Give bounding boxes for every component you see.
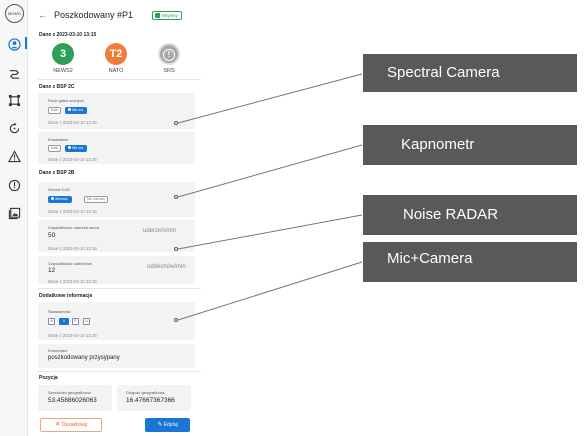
callout-spectral-camera: Spectral Camera xyxy=(363,54,577,92)
connector-line-radar xyxy=(177,214,363,250)
connector-line-kapnometr xyxy=(177,144,363,198)
connector-line-mic xyxy=(177,261,363,321)
connector-line-spectral xyxy=(177,73,363,124)
page: MOMO ← Poszkodowany #P1 Aktywny Dane z 2… xyxy=(0,0,584,436)
callout-noise-radar: Noise RADAR xyxy=(363,195,577,235)
callout-mic-camera: Mic+Camera xyxy=(363,242,577,282)
callout-kapnometr: Kapnometr xyxy=(363,125,577,165)
